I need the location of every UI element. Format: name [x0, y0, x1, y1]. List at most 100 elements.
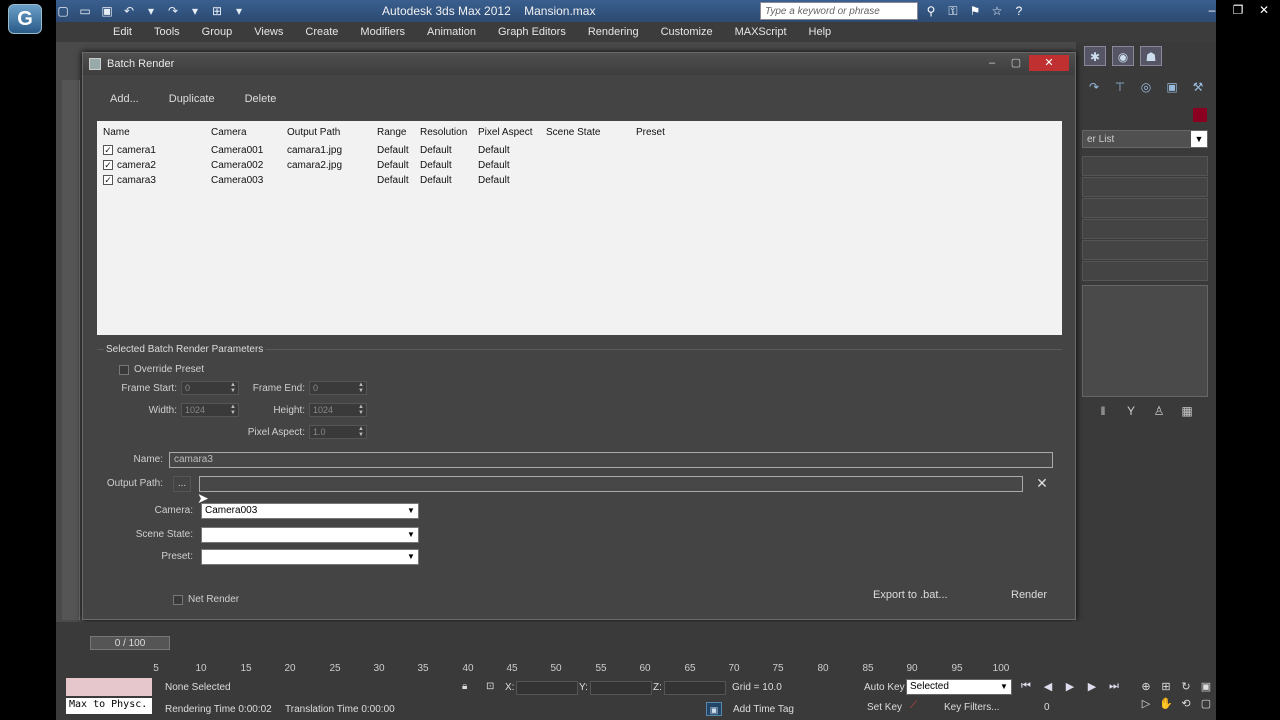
make-unique-icon[interactable]: ♙	[1152, 404, 1166, 418]
communication-icon[interactable]: ⚑	[966, 2, 984, 20]
set-key-icon[interactable]: ⟋	[910, 700, 917, 711]
time-tag-icon[interactable]: ▣	[706, 702, 722, 716]
output-path-browse-button[interactable]: ...	[173, 476, 191, 492]
spinner-arrows-icon[interactable]: ▲ ▼	[230, 404, 237, 416]
table-row[interactable]: ✓ camara3 Camera003 Default Default Defau…	[97, 173, 710, 188]
menu-maxscript[interactable]: MAXScript	[724, 26, 798, 38]
net-render-option[interactable]: Net Render	[173, 594, 239, 605]
menu-create[interactable]: Create	[294, 26, 349, 38]
go-to-start-icon[interactable]: ⏮	[1018, 680, 1034, 693]
spinner-arrows-icon[interactable]: ▲ ▼	[230, 382, 237, 394]
export-to-bat-button[interactable]: Export to .bat...	[867, 586, 954, 604]
height-spinner[interactable]: 1024 ▲ ▼	[309, 403, 367, 417]
go-to-end-icon[interactable]: ⏭	[1106, 680, 1122, 693]
menu-edit[interactable]: Edit	[102, 26, 143, 38]
job-name-input[interactable]: camara3	[169, 452, 1053, 468]
restore-icon[interactable]: ❐	[1226, 2, 1250, 18]
orbit-icon[interactable]: ↻	[1178, 680, 1194, 693]
modifier-stack[interactable]	[1082, 285, 1208, 397]
column-header-name[interactable]: Name	[97, 121, 205, 143]
pan-icon[interactable]: ✋	[1158, 697, 1174, 710]
clear-output-path-icon[interactable]: ✕	[1033, 474, 1051, 492]
field-of-view-icon[interactable]: ▷	[1138, 697, 1154, 710]
scene-state-dropdown[interactable]: ▼	[201, 527, 419, 543]
close-icon[interactable]: ✕	[1252, 2, 1276, 18]
motion-icon[interactable]: ◎	[1136, 80, 1156, 98]
menu-modifiers[interactable]: Modifiers	[349, 26, 416, 38]
favorites-star-icon[interactable]: ☆	[988, 2, 1006, 20]
maxscript-mini-input[interactable]: Max to Physc.	[66, 698, 152, 714]
customize-toolbar-icon[interactable]: ▾	[230, 3, 248, 19]
maximize-icon[interactable]: ▢	[1005, 55, 1027, 71]
output-path-input[interactable]	[199, 476, 1023, 492]
close-icon[interactable]: ✕	[1029, 55, 1069, 71]
menu-views[interactable]: Views	[243, 26, 294, 38]
spinner-arrows-icon[interactable]: ▲ ▼	[358, 404, 365, 416]
column-header-range[interactable]: Range	[371, 121, 414, 143]
override-preset-option[interactable]: Override Preset	[119, 364, 204, 375]
zoom-icon[interactable]: ⊕	[1138, 680, 1154, 693]
job-enabled-checkbox[interactable]: ✓	[103, 145, 113, 156]
modifier-list-dropdown[interactable]: er List ▼	[1082, 130, 1208, 148]
render-button[interactable]: Render	[1005, 586, 1053, 604]
set-key-button[interactable]: Set Key	[867, 702, 902, 713]
object-color-swatch[interactable]	[1193, 108, 1207, 122]
delete-button[interactable]: Delete	[235, 89, 286, 109]
menu-rendering[interactable]: Rendering	[577, 26, 650, 38]
column-header-output-path[interactable]: Output Path	[281, 121, 371, 143]
job-enabled-checkbox[interactable]: ✓	[103, 160, 113, 171]
menu-help[interactable]: Help	[798, 26, 843, 38]
redo-dropdown-icon[interactable]: ▾	[186, 3, 204, 19]
pin-stack-icon[interactable]: ‖	[1096, 404, 1110, 418]
app-logo-icon[interactable]: G	[8, 4, 42, 34]
table-row[interactable]: ✓ camera2 Camera002 camara2.jpg Default D…	[97, 158, 710, 173]
width-spinner[interactable]: 1024 ▲ ▼	[181, 403, 239, 417]
modifier-button-row[interactable]	[1082, 219, 1208, 239]
column-header-preset[interactable]: Preset	[630, 121, 710, 143]
previous-frame-icon[interactable]: ◀	[1040, 680, 1056, 693]
key-filters-button[interactable]: Key Filters...	[944, 702, 1000, 713]
subscription-icon[interactable]: ⚿	[944, 2, 962, 20]
table-row[interactable]: ✓ camera1 Camera001 camara1.jpg Default D…	[97, 143, 710, 158]
absolute-mode-icon[interactable]: ⊡	[486, 681, 494, 692]
preset-dropdown[interactable]: ▼	[201, 549, 419, 565]
display-icon[interactable]: ▣	[1162, 80, 1182, 98]
job-enabled-checkbox[interactable]: ✓	[103, 175, 113, 186]
modifier-button-row[interactable]	[1082, 198, 1208, 218]
dialog-titlebar[interactable]: Batch Render – ▢ ✕	[83, 53, 1075, 75]
current-frame-field[interactable]: 0	[1044, 702, 1050, 713]
save-icon[interactable]: ▣	[98, 3, 116, 19]
menu-group[interactable]: Group	[191, 26, 244, 38]
zoom-all-icon[interactable]: ⊞	[1158, 680, 1174, 693]
open-file-icon[interactable]: ▭	[76, 3, 94, 19]
project-folder-icon[interactable]: ⊞	[208, 3, 226, 19]
x-coord-input[interactable]	[516, 681, 578, 695]
new-file-icon[interactable]: ▢	[54, 3, 72, 19]
menu-customize[interactable]: Customize	[650, 26, 724, 38]
undo-icon[interactable]: ↶	[120, 3, 138, 19]
menu-graph-editors[interactable]: Graph Editors	[487, 26, 577, 38]
menu-animation[interactable]: Animation	[416, 26, 487, 38]
column-header-camera[interactable]: Camera	[205, 121, 281, 143]
pixel-aspect-spinner[interactable]: 1.0 ▲ ▼	[309, 425, 367, 439]
net-render-checkbox[interactable]	[173, 594, 183, 605]
modifier-button-row[interactable]	[1082, 261, 1208, 281]
lock-selection-icon[interactable]: 🔒︎	[462, 681, 467, 692]
menu-tools[interactable]: Tools	[143, 26, 191, 38]
add-time-tag[interactable]: Add Time Tag	[733, 704, 794, 715]
track-bar[interactable]: 5 10 15 20 25 30 35 40 45 50 55 60 65 70…	[112, 660, 1032, 678]
duplicate-button[interactable]: Duplicate	[159, 89, 224, 109]
hierarchy-icon[interactable]: ⊤	[1110, 80, 1130, 98]
create-tab-icon[interactable]: ✱	[1084, 46, 1106, 66]
show-end-result-icon[interactable]: Y	[1124, 404, 1138, 418]
maximize-viewport-icon[interactable]: ▢	[1198, 697, 1214, 710]
arc-rotate-icon[interactable]: ⟲	[1178, 697, 1194, 710]
modifier-button-row[interactable]	[1082, 156, 1208, 176]
binoculars-icon[interactable]: ⚲	[922, 2, 940, 20]
modify-tab-icon[interactable]: ◉	[1112, 46, 1134, 66]
add-button[interactable]: Add...	[101, 89, 148, 109]
column-header-scene-state[interactable]: Scene State	[540, 121, 630, 143]
auto-key-button[interactable]: Auto Key	[864, 682, 905, 693]
modifier-button-row[interactable]	[1082, 177, 1208, 197]
camera-dropdown[interactable]: Camera003 ▼	[201, 503, 419, 519]
